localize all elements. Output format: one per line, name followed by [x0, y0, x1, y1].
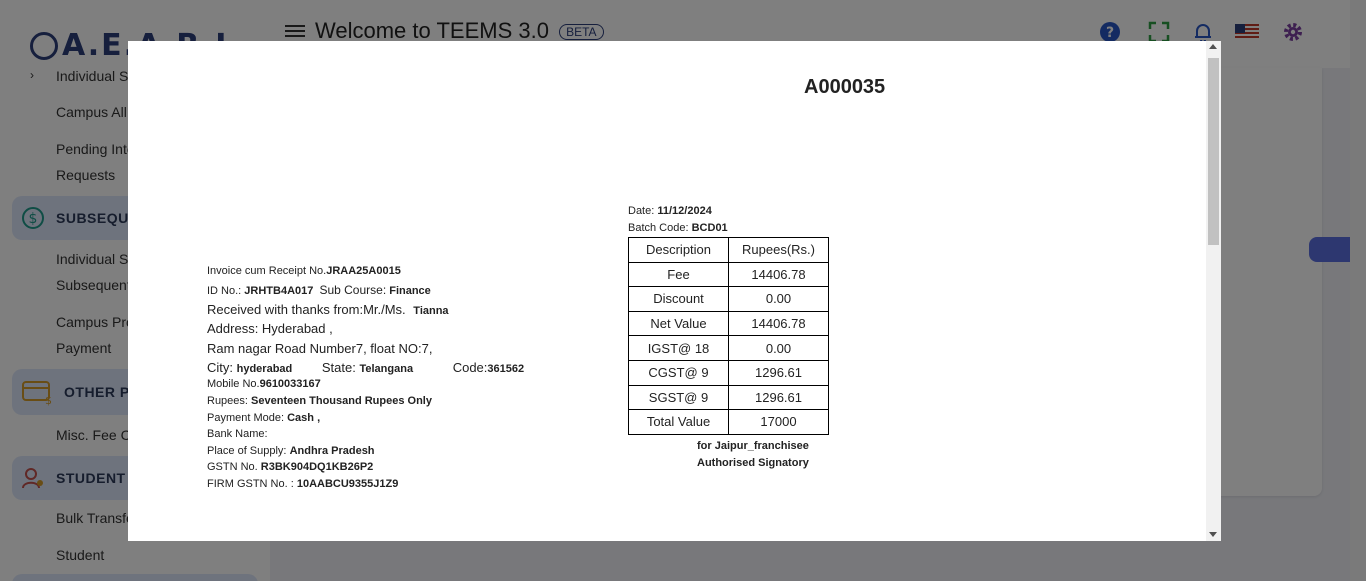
mobile-label: Mobile No.: [207, 378, 260, 390]
payment-value: Cash ,: [287, 412, 321, 424]
table-cell: Total Value: [628, 409, 729, 435]
receipt-date: Date: 11/12/2024: [628, 205, 712, 217]
supply-label: Place of Supply:: [207, 445, 287, 457]
state-value: Telangana: [359, 363, 414, 375]
place-of-supply-line: Place of Supply: Andhra Pradesh: [207, 445, 375, 457]
receipt-number: A000035: [804, 76, 886, 98]
mobile-line: Mobile No.9610033167: [207, 378, 321, 390]
firm-gstn-line: FIRM GSTN No. : 10AABCU9355J1Z9: [207, 478, 398, 490]
receipt-batch: Batch Code: BCD01: [628, 222, 728, 234]
table-row: IGST@ 18 0.00: [628, 335, 829, 361]
address-line-1: Address: Hyderabad ,: [207, 321, 333, 336]
table-cell: 0.00: [728, 286, 829, 312]
table-row: CGST@ 9 1296.61: [628, 359, 829, 386]
state-label: State:: [321, 360, 356, 375]
city-label: City:: [207, 360, 233, 375]
invoice-value: JRAA25A0015: [326, 265, 401, 277]
address-line-2: Ram nagar Road Number7, float NO:7,: [207, 341, 433, 356]
table-header-cell: Description: [628, 237, 729, 263]
received-label: Received with thanks from:Mr./Ms.: [207, 302, 406, 317]
code-value: 361562: [487, 363, 525, 375]
bank-label: Bank Name:: [207, 428, 268, 440]
table-cell: 14406.78: [728, 261, 829, 288]
table-cell: Net Value: [628, 310, 729, 337]
modal-scrollbar[interactable]: [1206, 41, 1221, 541]
mobile-value: 9610033167: [259, 378, 321, 390]
subcourse-value: Finance: [389, 285, 431, 297]
id-value: JRHTB4A017: [244, 285, 314, 297]
gstn-line: GSTN No. R3BK904DQ1KB26P2: [207, 461, 373, 473]
batch-label: Batch Code:: [628, 222, 689, 234]
bank-name-line: Bank Name:: [207, 428, 268, 440]
table-cell: SGST@ 9: [628, 384, 729, 411]
city-state-code-line: City: hyderabad State: Telangana Code:36…: [207, 360, 524, 375]
batch-value: BCD01: [691, 222, 728, 234]
subcourse-label: Sub Course:: [319, 283, 387, 297]
rupees-label: Rupees:: [207, 395, 248, 407]
scrollbar-thumb[interactable]: [1208, 58, 1219, 245]
gstn-value: R3BK904DQ1KB26P2: [260, 461, 374, 473]
table-cell: 17000: [728, 409, 829, 435]
city-value: hyderabad: [236, 363, 293, 375]
received-line: Received with thanks from:Mr./Ms. Tianna: [207, 302, 449, 317]
table-row: Fee 14406.78: [628, 261, 829, 288]
table-row: Total Value 17000: [628, 409, 829, 435]
date-value: 11/12/2024: [657, 205, 712, 217]
received-value: Tianna: [413, 305, 449, 317]
table-cell: CGST@ 9: [628, 359, 729, 386]
scroll-up-arrow-icon[interactable]: [1209, 44, 1217, 49]
payment-label: Payment Mode:: [207, 412, 285, 424]
signatory-for: for Jaipur_franchisee: [697, 440, 809, 452]
gstn-label: GSTN No.: [207, 461, 258, 473]
signatory-title: Authorised Signatory: [697, 457, 809, 469]
table-cell: Fee: [628, 261, 729, 288]
table-header-row: Description Rupees(Rs.): [628, 237, 829, 263]
receipt-modal: A000035 Date: 11/12/2024 Batch Code: BCD…: [128, 41, 1221, 541]
table-row: Discount 0.00: [628, 286, 829, 312]
table-cell: 0.00: [728, 335, 829, 361]
invoice-label: Invoice cum Receipt No.: [207, 265, 327, 277]
payment-mode-line: Payment Mode: Cash ,: [207, 412, 320, 424]
id-line: ID No.: JRHTB4A017 Sub Course: Finance: [207, 283, 431, 297]
table-cell: Discount: [628, 286, 729, 312]
id-label: ID No.:: [207, 285, 242, 297]
table-cell: 1296.61: [728, 384, 829, 411]
fee-table: Description Rupees(Rs.) Fee 14406.78 Dis…: [628, 237, 829, 435]
table-header-cell: Rupees(Rs.): [728, 237, 829, 263]
supply-value: Andhra Pradesh: [289, 445, 375, 457]
firm-gstn-value: 10AABCU9355J1Z9: [296, 478, 399, 490]
invoice-line: Invoice cum Receipt No.JRAA25A0015: [207, 265, 401, 277]
scroll-down-arrow-icon[interactable]: [1209, 532, 1217, 537]
table-row: Net Value 14406.78: [628, 310, 829, 337]
code-label: Code:: [452, 360, 488, 375]
firm-gstn-label: FIRM GSTN No. :: [207, 478, 294, 490]
table-row: SGST@ 9 1296.61: [628, 384, 829, 411]
table-cell: IGST@ 18: [628, 335, 729, 361]
date-label: Date:: [628, 205, 655, 217]
rupees-line: Rupees: Seventeen Thousand Rupees Only: [207, 395, 432, 407]
rupees-value: Seventeen Thousand Rupees Only: [251, 395, 432, 407]
table-cell: 1296.61: [728, 359, 829, 386]
table-cell: 14406.78: [728, 310, 829, 337]
